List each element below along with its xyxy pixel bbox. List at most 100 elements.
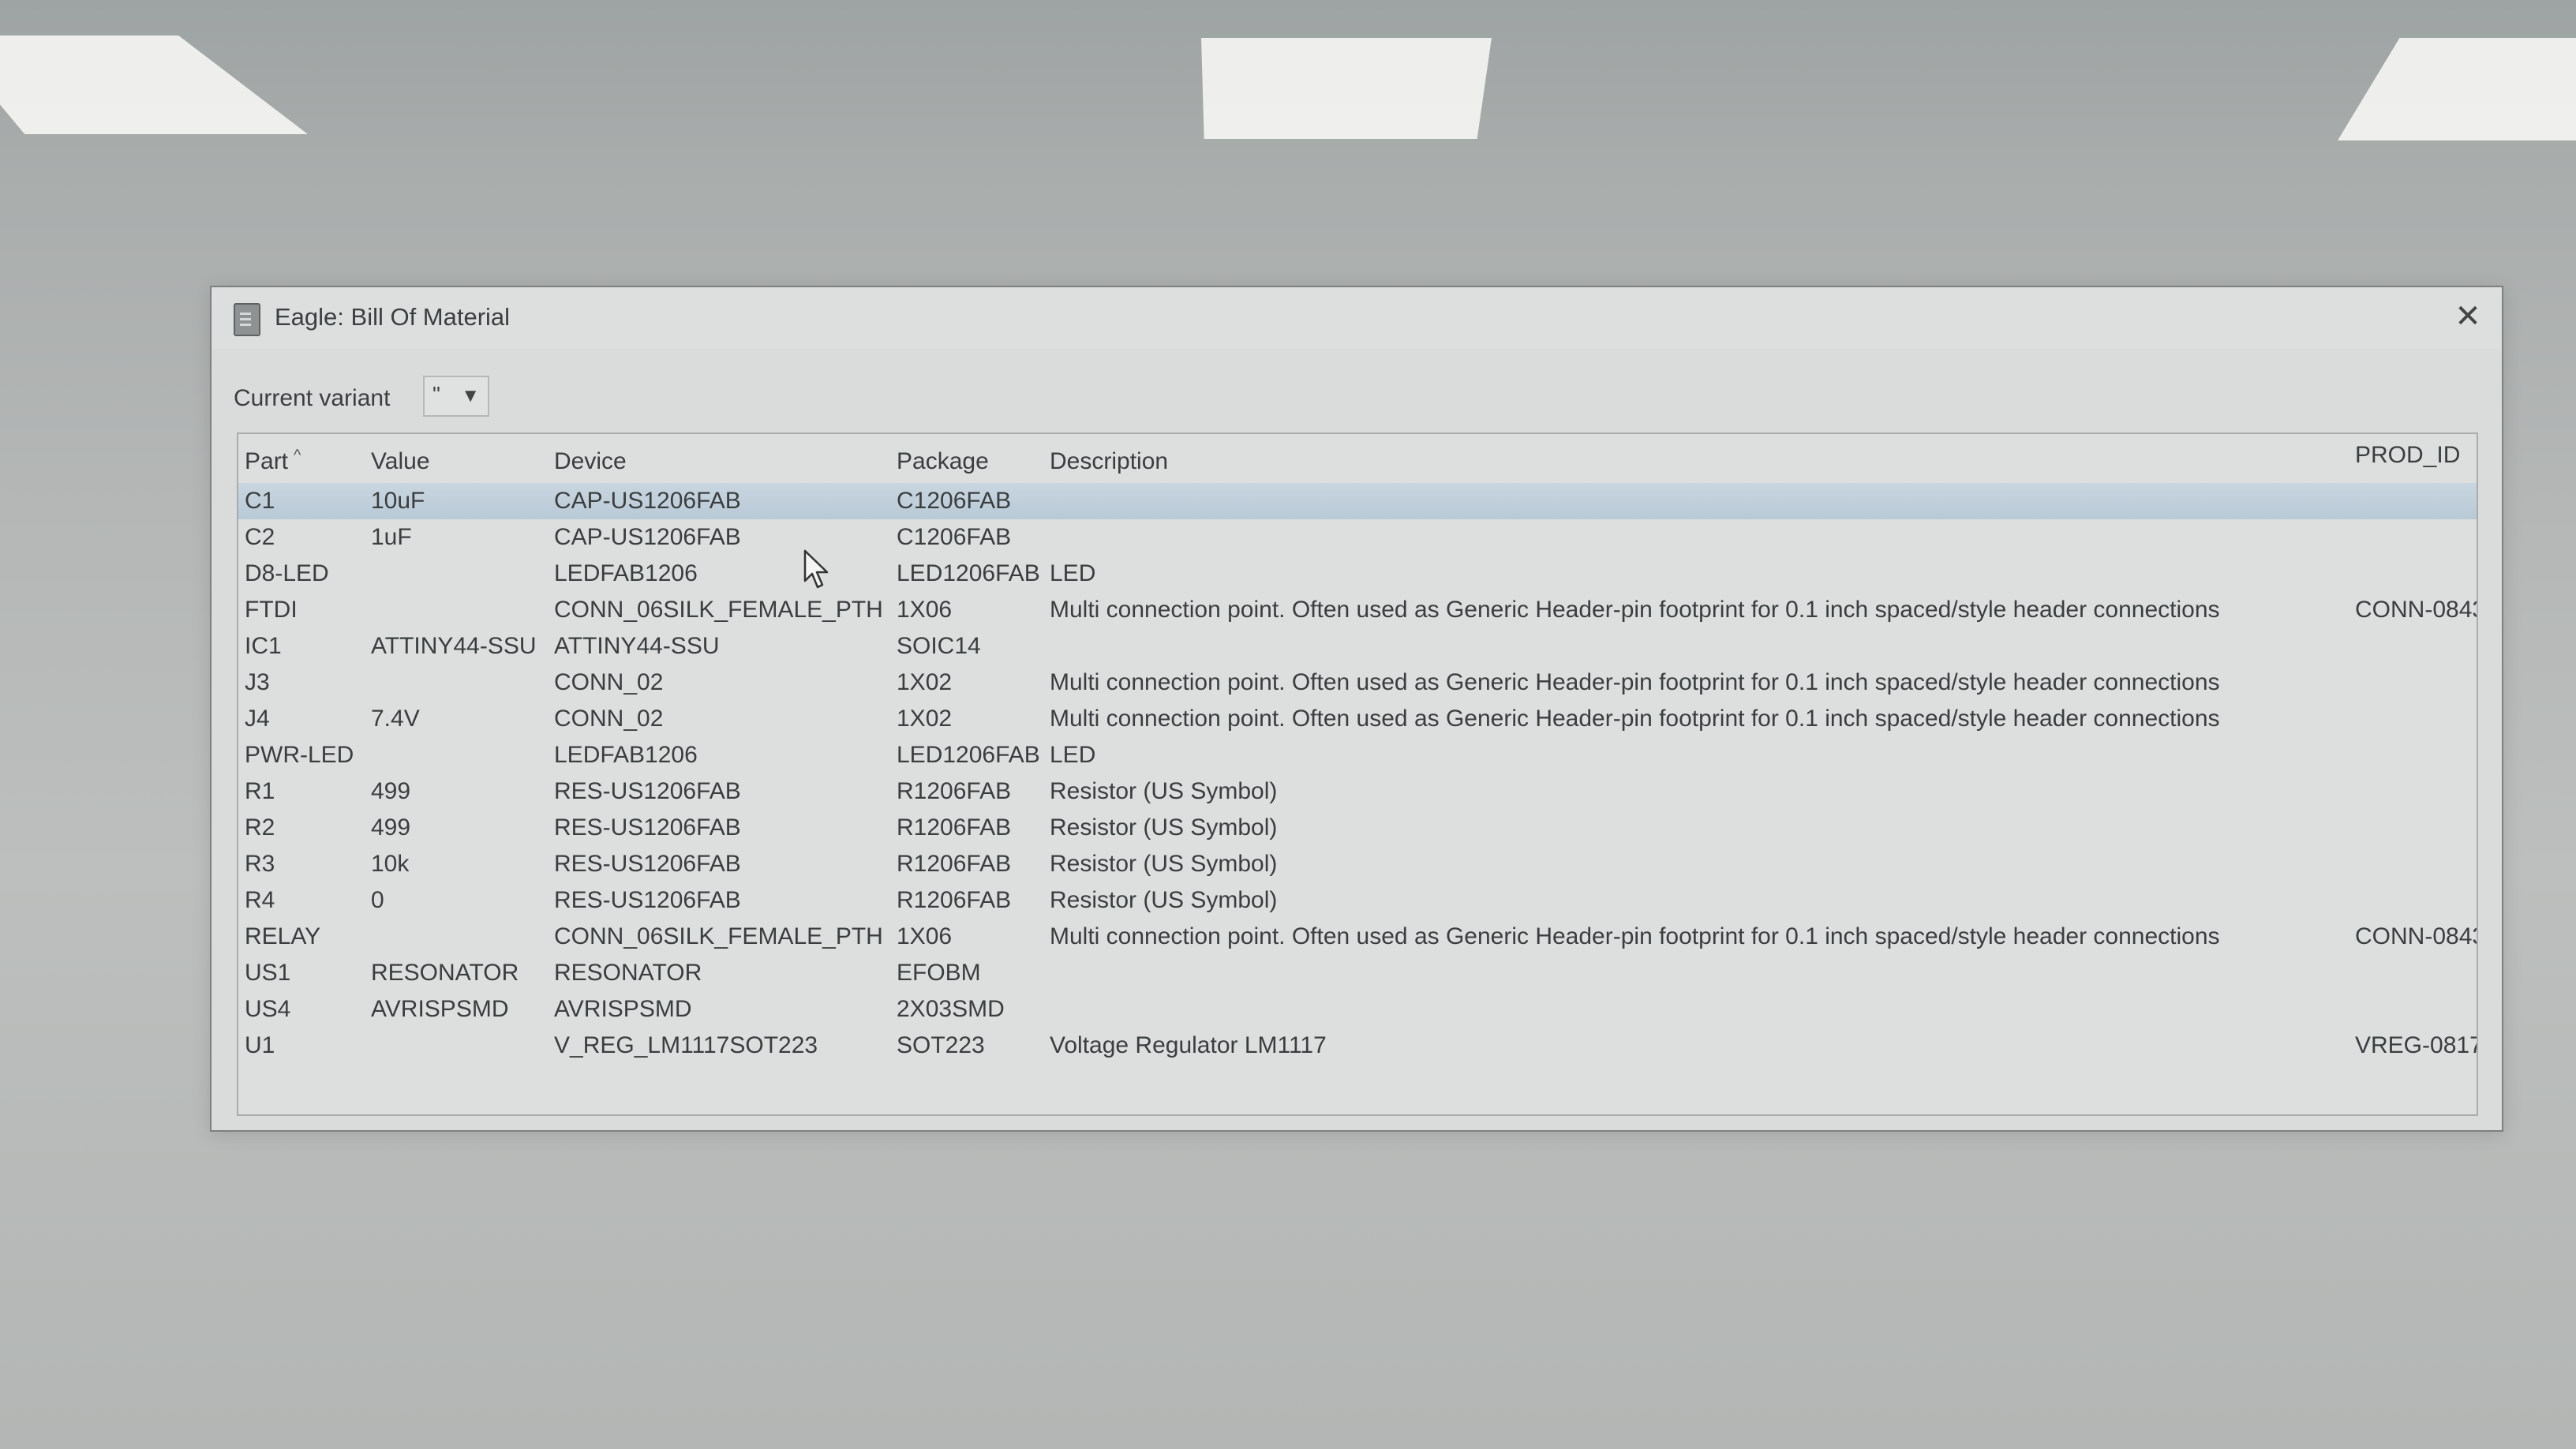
current-variant-label: Current variant (234, 385, 391, 411)
table-row[interactable]: IC1 ATTINY44-SSU ATTINY44-SSU SOIC14 (238, 628, 2477, 665)
cell-package: LED1206FAB (897, 742, 1040, 768)
cell-device: ATTINY44-SSU (554, 633, 720, 659)
table-row[interactable]: R1 499 RES-US1206FAB R1206FAB Resistor (… (238, 773, 2477, 810)
column-header-description[interactable]: Description (1050, 448, 1168, 475)
cell-prod-id: CONN-08437 (2355, 923, 2477, 949)
cell-package: 1X06 (897, 597, 953, 623)
cell-value: 499 (371, 778, 411, 804)
mouse-pointer-icon (803, 549, 829, 589)
bom-table: Part ^ Value Device Package Description … (237, 432, 2478, 1116)
cell-device: CONN_06SILK_FEMALE_PTH (554, 923, 883, 949)
variant-selected-value: " (432, 382, 440, 406)
cell-part: J3 (245, 669, 270, 695)
table-row[interactable]: J3 CONN_02 1X02 Multi connection point. … (238, 665, 2477, 701)
table-row[interactable]: C1 10uF CAP-US1206FAB C1206FAB (238, 483, 2477, 519)
cell-part: J4 (245, 706, 270, 732)
table-row[interactable]: D8-LED LEDFAB1206 LED1206FAB LED (238, 556, 2477, 592)
cell-description: LED (1050, 560, 1096, 586)
cell-value: RESONATOR (371, 960, 519, 986)
cell-part: C1 (245, 488, 275, 514)
cell-description: Voltage Regulator LM1117 (1050, 1032, 1327, 1058)
cell-value: 7.4V (371, 706, 420, 732)
column-header-prod-id[interactable]: PROD_ID (2355, 442, 2460, 469)
window-title: Eagle: Bill Of Material (275, 303, 511, 331)
column-header-value[interactable]: Value (371, 448, 430, 475)
cell-package: 1X02 (897, 669, 953, 695)
title-bar: Eagle: Bill Of Material ✕ (212, 287, 2502, 349)
cell-device: RES-US1206FAB (554, 778, 741, 804)
cell-prod-id: CONN-08437 (2355, 597, 2477, 623)
cell-part: US4 (245, 996, 291, 1022)
cell-package: 2X03SMD (897, 996, 1005, 1022)
cell-value: 499 (371, 814, 411, 841)
light-reflection (1201, 38, 1492, 139)
cell-device: LEDFAB1206 (554, 742, 698, 768)
cell-part: IC1 (245, 633, 282, 659)
cell-package: R1206FAB (897, 851, 1012, 877)
column-header-part-label: Part (245, 448, 289, 474)
cell-part: R2 (245, 814, 275, 841)
table-row[interactable]: R3 10k RES-US1206FAB R1206FAB Resistor (… (238, 846, 2477, 882)
light-reflection (2338, 38, 2576, 140)
cell-package: R1206FAB (897, 887, 1012, 913)
table-row[interactable]: U1 V_REG_LM1117SOT223 SOT223 Voltage Reg… (238, 1028, 2477, 1064)
cell-part: U1 (245, 1032, 275, 1058)
cell-value: 1uF (371, 524, 412, 550)
cell-device: LEDFAB1206 (554, 560, 698, 586)
cell-package: C1206FAB (897, 488, 1012, 514)
cell-part: US1 (245, 960, 291, 986)
cell-value: 10uF (371, 488, 425, 514)
table-row[interactable]: R4 0 RES-US1206FAB R1206FAB Resistor (US… (238, 882, 2477, 919)
cell-prod-id: VREG-08170 (2355, 1032, 2477, 1058)
column-header-package[interactable]: Package (897, 448, 989, 475)
cell-package: R1206FAB (897, 814, 1012, 841)
cell-value: 10k (371, 851, 410, 877)
cell-device: V_REG_LM1117SOT223 (554, 1032, 818, 1058)
cell-package: C1206FAB (897, 524, 1012, 550)
column-header-device[interactable]: Device (554, 448, 627, 475)
cell-package: SOT223 (897, 1032, 985, 1058)
cell-package: 1X06 (897, 923, 953, 949)
cell-package: EFOBM (897, 960, 981, 986)
cell-description: Multi connection point. Often used as Ge… (1050, 597, 2220, 623)
close-button[interactable]: ✕ (2450, 298, 2486, 335)
eagle-app-icon (234, 303, 260, 336)
cell-device: RESONATOR (554, 960, 702, 986)
table-row[interactable]: FTDI CONN_06SILK_FEMALE_PTH 1X06 Multi c… (238, 592, 2477, 628)
variant-select[interactable]: " ▼ (423, 376, 489, 417)
cell-package: SOIC14 (897, 633, 981, 659)
table-row[interactable]: J4 7.4V CONN_02 1X02 Multi connection po… (238, 701, 2477, 737)
cell-part: PWR-LED (245, 742, 354, 768)
cell-device: RES-US1206FAB (554, 851, 741, 877)
table-row[interactable]: US4 AVRISPSMD AVRISPSMD 2X03SMD (238, 991, 2477, 1028)
cell-description: LED (1050, 742, 1096, 768)
cell-device: CONN_02 (554, 669, 664, 695)
table-row[interactable]: RELAY CONN_06SILK_FEMALE_PTH 1X06 Multi … (238, 919, 2477, 955)
cell-device: CAP-US1206FAB (554, 524, 741, 550)
cell-description: Multi connection point. Often used as Ge… (1050, 706, 2220, 732)
cell-part: R4 (245, 887, 275, 913)
table-row[interactable]: PWR-LED LEDFAB1206 LED1206FAB LED (238, 737, 2477, 773)
cell-description: Resistor (US Symbol) (1050, 778, 1278, 804)
cell-value: ATTINY44-SSU (371, 633, 537, 659)
cell-part: D8-LED (245, 560, 329, 586)
cell-description: Multi connection point. Often used as Ge… (1050, 923, 2220, 949)
table-row[interactable]: US1 RESONATOR RESONATOR EFOBM (238, 955, 2477, 991)
cell-description: Resistor (US Symbol) (1050, 851, 1278, 877)
cell-package: 1X02 (897, 706, 953, 732)
cell-description: Multi connection point. Often used as Ge… (1050, 669, 2220, 695)
sort-ascending-icon: ^ (294, 447, 301, 464)
cell-package: LED1206FAB (897, 560, 1040, 586)
cell-value: 0 (371, 887, 384, 913)
cell-package: R1206FAB (897, 778, 1012, 804)
light-reflection (0, 36, 308, 134)
chevron-down-icon[interactable]: ▼ (461, 385, 480, 407)
cell-part: RELAY (245, 923, 321, 949)
table-row[interactable]: R2 499 RES-US1206FAB R1206FAB Resistor (… (238, 810, 2477, 846)
table-row[interactable]: C2 1uF CAP-US1206FAB C1206FAB (238, 519, 2477, 556)
cell-device: CONN_02 (554, 706, 664, 732)
cell-part: R1 (245, 778, 275, 804)
column-header-part[interactable]: Part ^ (245, 447, 301, 475)
bill-of-material-dialog: Eagle: Bill Of Material ✕ Current varian… (210, 286, 2503, 1132)
cell-description: Resistor (US Symbol) (1050, 814, 1278, 841)
